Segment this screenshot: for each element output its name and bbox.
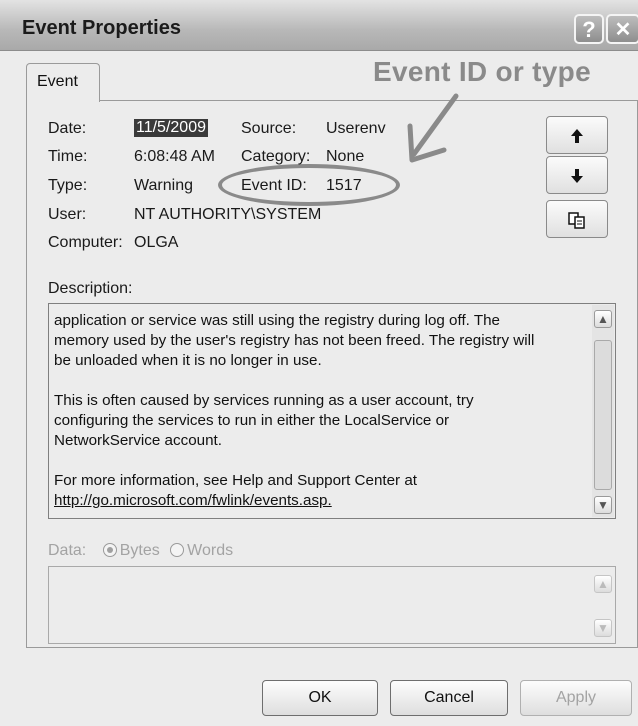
tab-event-label: Event (37, 73, 78, 90)
annotation-text: Event ID or type (373, 56, 591, 87)
scroll-down-icon[interactable]: ▼ (594, 619, 612, 637)
description-link[interactable]: http://go.microsoft.com/fwlink/events.as… (54, 491, 576, 511)
description-line (54, 371, 576, 391)
description-line: memory used by the user's registry has n… (54, 332, 535, 349)
description-line: NetworkService account. (54, 432, 222, 449)
words-radio[interactable]: Words (170, 542, 233, 559)
date-value: 11/5/2009 (134, 119, 208, 137)
window-title: Event Properties (22, 17, 181, 39)
computer-value: OLGA (134, 234, 179, 251)
apply-button[interactable]: Apply (520, 680, 632, 716)
user-label: User: (48, 206, 87, 223)
description-line: application or service was still using t… (54, 312, 501, 329)
scroll-down-icon[interactable]: ▼ (594, 496, 612, 514)
radio-selected-icon (102, 543, 117, 557)
ok-button[interactable]: OK (262, 680, 378, 716)
data-format-row: Data: Bytes Words (48, 542, 233, 560)
date-label: Date: (48, 120, 87, 137)
description-line: be unloaded when it is no longer in use. (54, 352, 322, 369)
arrow-down-icon (571, 169, 583, 184)
event-id-label: Event ID: (241, 177, 307, 194)
type-label: Type: (48, 177, 88, 194)
help-button[interactable]: ? (574, 14, 604, 44)
type-value: Warning (134, 177, 193, 194)
title-bar[interactable]: Event Properties ? ✕ (0, 0, 638, 51)
time-label: Time: (48, 148, 88, 165)
computer-label: Computer: (48, 234, 123, 251)
words-label: Words (187, 542, 234, 559)
copy-icon (568, 212, 585, 229)
bytes-label: Bytes (119, 542, 160, 559)
description-line: configuring the services to run in eithe… (54, 412, 450, 429)
data-textbox[interactable]: ▲ ▼ (48, 566, 616, 644)
next-event-button[interactable] (546, 156, 608, 194)
event-id-value: 1517 (326, 177, 362, 194)
cancel-button[interactable]: Cancel (390, 680, 508, 716)
scroll-thumb[interactable] (594, 340, 612, 490)
copy-button[interactable] (546, 200, 608, 238)
description-line (54, 451, 576, 471)
bytes-radio[interactable]: Bytes (102, 542, 160, 559)
category-label: Category: (241, 148, 311, 165)
arrow-up-icon (571, 129, 583, 144)
scroll-up-icon[interactable]: ▲ (594, 310, 612, 328)
description-text: application or service was still using t… (54, 311, 576, 511)
data-label: Data: (48, 542, 87, 559)
close-button[interactable]: ✕ (606, 14, 638, 44)
description-label: Description: (48, 280, 133, 297)
description-line: For more information, see Help and Suppo… (54, 472, 417, 489)
annotation-arrow-icon (407, 93, 459, 163)
source-label: Source: (241, 120, 297, 137)
description-textbox[interactable]: application or service was still using t… (48, 303, 616, 519)
scroll-up-icon[interactable]: ▲ (594, 575, 612, 593)
tab-event[interactable]: Event (26, 63, 100, 102)
category-value: None (326, 148, 365, 165)
description-line: This is often caused by services running… (54, 392, 474, 409)
previous-event-button[interactable] (546, 116, 608, 154)
time-value: 6:08:48 AM (134, 148, 215, 165)
user-value: NT AUTHORITY\SYSTEM (134, 206, 322, 223)
event-properties-dialog: Event Properties ? ✕ Event Event ID or t… (0, 0, 638, 726)
radio-icon (170, 543, 185, 557)
source-value: Userenv (326, 120, 386, 137)
